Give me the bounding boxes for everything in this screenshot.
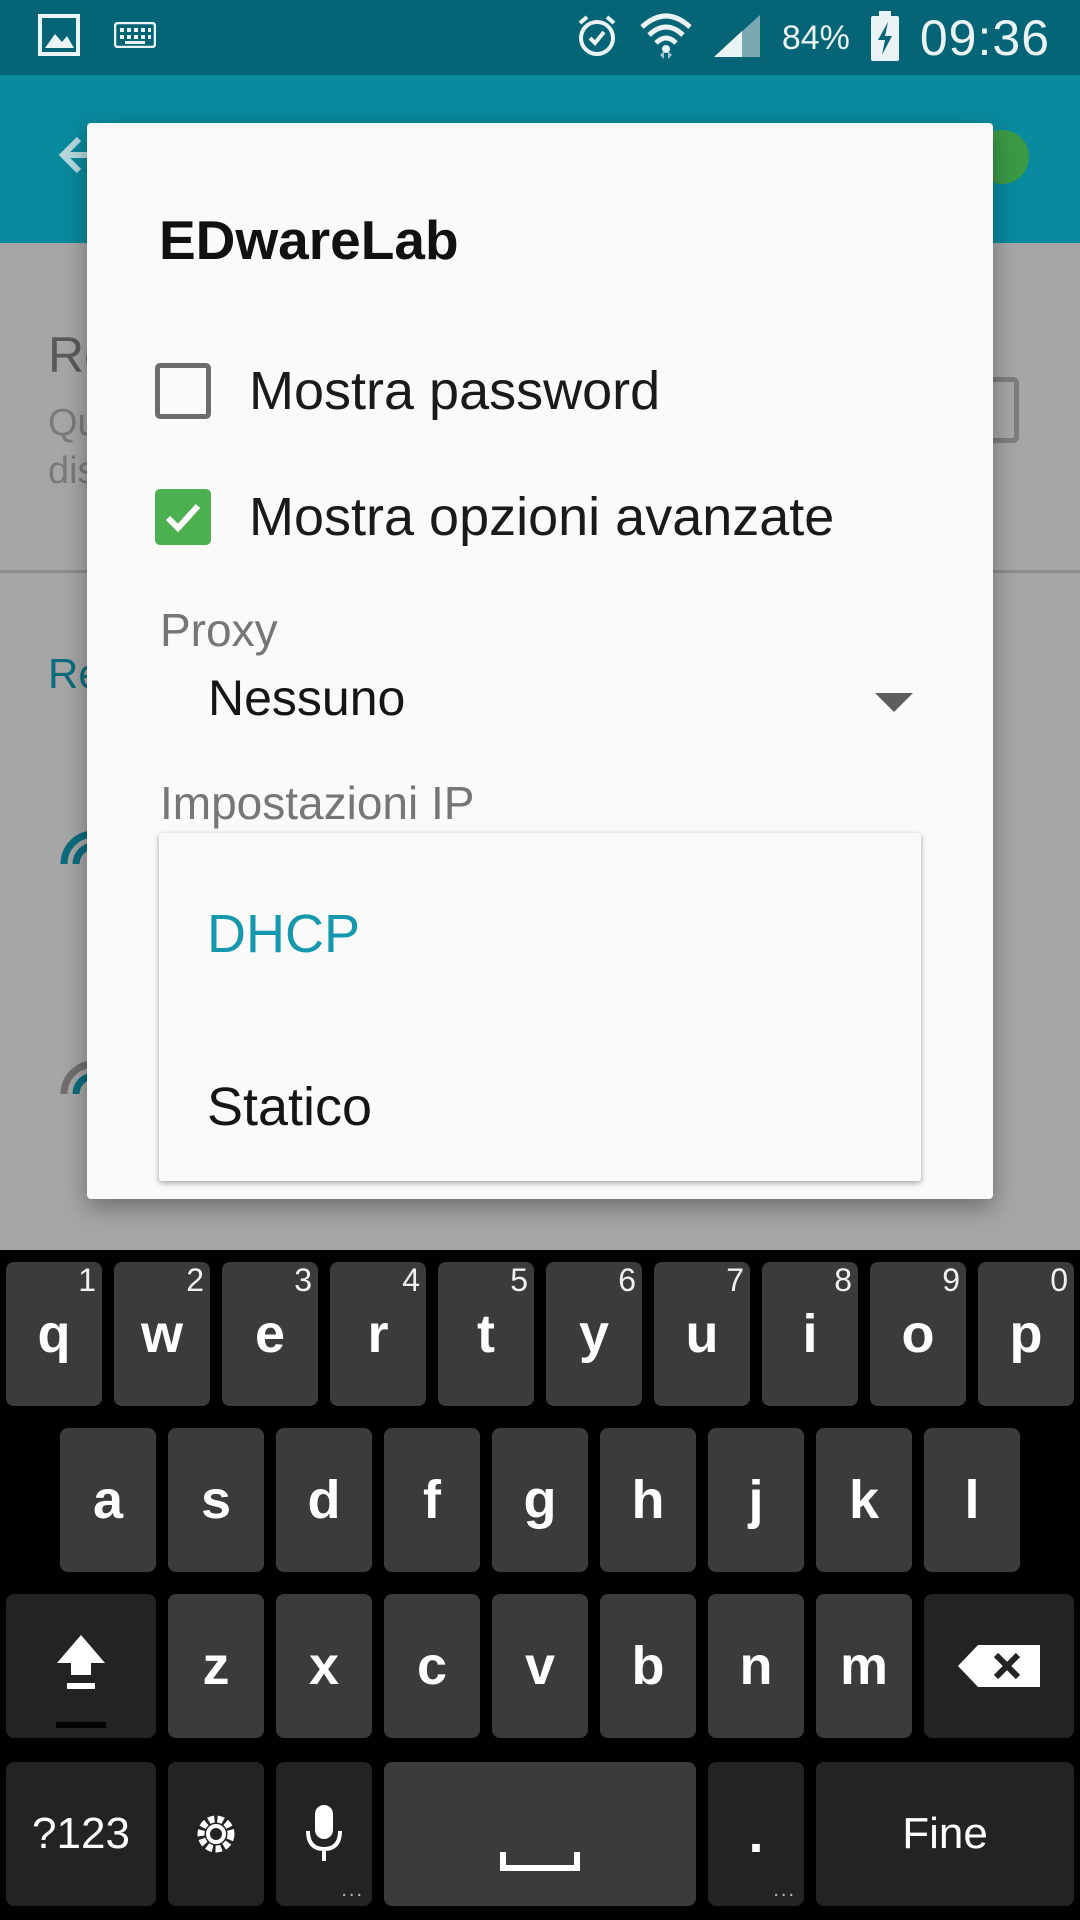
- key-c[interactable]: c: [384, 1594, 480, 1738]
- key-l[interactable]: l: [924, 1428, 1020, 1572]
- show-password-label: Mostra password: [249, 361, 661, 421]
- gear-icon: [197, 1815, 235, 1853]
- dialog-title: EDwareLab: [159, 209, 459, 271]
- done-key[interactable]: Fine: [816, 1762, 1074, 1906]
- symbols-key[interactable]: ?123: [6, 1762, 156, 1906]
- show-password-checkbox[interactable]: [155, 363, 211, 419]
- key-b[interactable]: b: [600, 1594, 696, 1738]
- key-u[interactable]: 7u: [654, 1262, 750, 1406]
- space-key[interactable]: [384, 1762, 696, 1906]
- wifi-icon: [640, 11, 692, 66]
- key-r[interactable]: 4r: [330, 1262, 426, 1406]
- backspace-icon: [958, 1645, 1040, 1687]
- key-j[interactable]: j: [708, 1428, 804, 1572]
- key-d[interactable]: d: [276, 1428, 372, 1572]
- shift-icon: [57, 1635, 105, 1689]
- proxy-value: Nessuno: [208, 670, 406, 726]
- key-y[interactable]: 6y: [546, 1262, 642, 1406]
- key-h[interactable]: h: [600, 1428, 696, 1572]
- battery-charging-icon: [870, 10, 900, 67]
- settings-key[interactable]: [168, 1762, 264, 1906]
- key-o[interactable]: 9o: [870, 1262, 966, 1406]
- gallery-icon: [38, 14, 80, 61]
- key-m[interactable]: m: [816, 1594, 912, 1738]
- key-w[interactable]: 2w: [114, 1262, 210, 1406]
- key-q[interactable]: 1q: [6, 1262, 102, 1406]
- shift-key[interactable]: [6, 1594, 156, 1738]
- alarm-icon: [574, 13, 620, 64]
- key-k[interactable]: k: [816, 1428, 912, 1572]
- key-g[interactable]: g: [492, 1428, 588, 1572]
- microphone-icon: [306, 1805, 342, 1861]
- voice-input-key[interactable]: ...: [276, 1762, 372, 1906]
- show-password-row[interactable]: Mostra password: [155, 360, 660, 422]
- key-a[interactable]: a: [60, 1428, 156, 1572]
- key-x[interactable]: x: [276, 1594, 372, 1738]
- key-f[interactable]: f: [384, 1428, 480, 1572]
- key-t[interactable]: 5t: [438, 1262, 534, 1406]
- clock: 09:36: [919, 10, 1050, 66]
- key-p[interactable]: 0p: [978, 1262, 1074, 1406]
- space-icon: [500, 1852, 580, 1871]
- proxy-label: Proxy: [160, 604, 278, 656]
- period-key[interactable]: ....: [708, 1762, 804, 1906]
- key-s[interactable]: s: [168, 1428, 264, 1572]
- show-advanced-checkbox[interactable]: [155, 489, 211, 545]
- backspace-key[interactable]: [924, 1594, 1074, 1738]
- ip-settings-label: Impostazioni IP: [160, 777, 475, 829]
- ip-option-dhcp[interactable]: DHCP: [207, 903, 360, 965]
- ip-settings-dropdown: DHCP Statico: [159, 833, 921, 1181]
- key-v[interactable]: v: [492, 1594, 588, 1738]
- proxy-spinner[interactable]: Nessuno: [160, 663, 923, 743]
- soft-keyboard: 1q 2w 3e 4r 5t 6y 7u 8i 9o 0p a s d f g …: [0, 1250, 1080, 1920]
- show-advanced-label: Mostra opzioni avanzate: [249, 487, 835, 547]
- network-dialog: EDwareLab Mostra password Mostra opzioni…: [87, 123, 993, 1199]
- status-bar: 84% 09:36: [0, 0, 1080, 75]
- dropdown-arrow-icon: [875, 693, 913, 712]
- key-z[interactable]: z: [168, 1594, 264, 1738]
- key-i[interactable]: 8i: [762, 1262, 858, 1406]
- signal-icon: [712, 13, 762, 64]
- keyboard-icon: [113, 21, 157, 53]
- ip-option-static[interactable]: Statico: [207, 1076, 372, 1138]
- show-advanced-row[interactable]: Mostra opzioni avanzate: [155, 486, 834, 548]
- key-e[interactable]: 3e: [222, 1262, 318, 1406]
- battery-percent: 84%: [781, 18, 850, 57]
- key-n[interactable]: n: [708, 1594, 804, 1738]
- checkmark-icon: [165, 503, 201, 533]
